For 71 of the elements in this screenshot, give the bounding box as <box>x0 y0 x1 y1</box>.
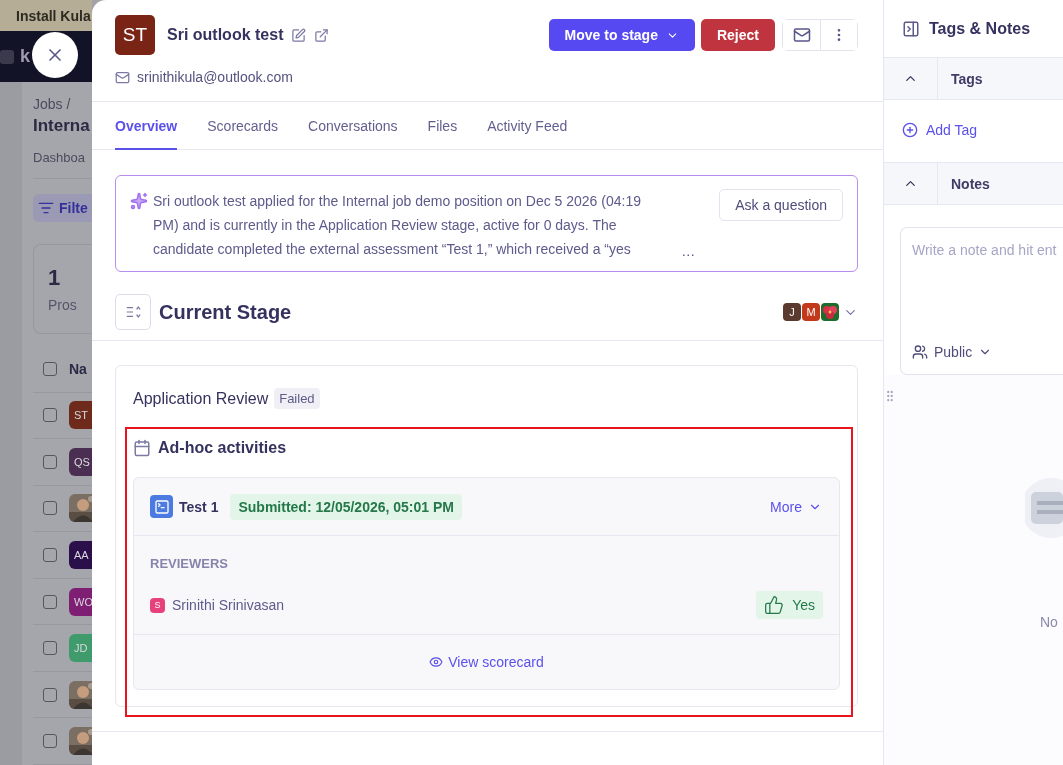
edit-icon[interactable] <box>291 27 307 43</box>
logo-icon <box>0 49 14 64</box>
section-header: Tags <box>950 69 983 89</box>
more-button[interactable]: More <box>770 498 822 515</box>
external-link-icon[interactable] <box>314 27 330 43</box>
reject-button[interactable]: Reject <box>700 19 775 51</box>
filter-button[interactable]: Filte <box>33 193 92 223</box>
verdict-badge: Yes <box>756 591 823 619</box>
tab[interactable]: Overview <box>115 102 178 150</box>
avatar: ST <box>69 401 92 430</box>
calendar-icon <box>133 439 151 457</box>
tab[interactable]: Scorecards <box>207 102 279 150</box>
assignee-avatar: J <box>783 303 801 321</box>
section-title: Current Stage <box>159 300 292 324</box>
submitted-badge: Submitted: 12/05/2026, 05:01 PM <box>230 493 462 520</box>
avatar: QS <box>69 447 92 476</box>
candidate-avatar: ST <box>115 15 155 55</box>
ask-question-button[interactable]: Ask a question <box>719 189 843 221</box>
people-icon <box>912 344 928 360</box>
filter-icon <box>38 200 54 216</box>
visibility-dropdown[interactable]: Public <box>912 344 1063 360</box>
logo-text: k <box>20 46 30 67</box>
column-header[interactable]: Na <box>69 360 87 377</box>
summary-text: Sri outlook test applied for the Internal job demo position on Dec 5 2026 (04:19 PM) and is currently in the Application Review stage, active for 0 days. The candidate completed the external assessment “Test 1,” which received a “yes <box>153 192 642 259</box>
checkbox[interactable] <box>43 594 57 609</box>
avatar: JD <box>69 634 92 663</box>
checkbox[interactable] <box>43 454 57 469</box>
page-title: Interna <box>33 116 90 136</box>
checkbox[interactable] <box>43 641 57 656</box>
activity-name: Test 1 <box>179 498 219 515</box>
status-badge: Failed <box>274 388 320 409</box>
reviewer-name: Srinithi Srinivasan <box>172 597 285 613</box>
stat-label: Pros <box>48 297 77 314</box>
terminal-icon <box>150 495 173 518</box>
section-header: Notes <box>950 174 990 194</box>
checkbox[interactable] <box>43 687 57 702</box>
stat-value: 1 <box>48 265 61 292</box>
nav-tab[interactable]: Dashboa <box>33 150 86 165</box>
assignee-avatar: M <box>802 303 820 321</box>
empty-state-text: No <box>1040 614 1058 630</box>
tab[interactable]: Files <box>427 102 458 150</box>
view-scorecard-link[interactable]: View scorecard <box>429 654 544 670</box>
candidate-email: srinithikula@outlook.com <box>137 69 293 85</box>
avatar: AA <box>69 540 92 569</box>
panel-title: Tags & Notes <box>929 19 1031 38</box>
eye-icon <box>429 655 444 669</box>
mail-icon <box>115 69 130 85</box>
avatar: WO <box>69 587 92 616</box>
checkbox[interactable] <box>43 501 57 516</box>
checkbox[interactable] <box>43 361 57 376</box>
candidate-name: Sri outlook test <box>167 26 284 44</box>
panel-collapse-icon[interactable] <box>902 19 920 38</box>
mail-icon <box>792 26 811 44</box>
tab[interactable]: Conversations <box>308 102 398 150</box>
list-sort-icon[interactable] <box>115 294 151 330</box>
note-field[interactable]: Write a note and hit ent Public <box>900 227 1063 375</box>
add-tag-button[interactable]: Add Tag <box>902 122 978 138</box>
checkbox[interactable] <box>43 408 57 423</box>
plus-circle-icon <box>902 122 918 138</box>
reviewers-label: REVIEWERS <box>150 556 229 571</box>
expand-button[interactable]: … <box>677 243 700 259</box>
tab[interactable]: Activity Feed <box>487 102 568 150</box>
breadcrumb[interactable]: Jobs / <box>33 96 71 112</box>
reviewer-avatar: S <box>150 597 165 613</box>
sparkle-icon <box>130 192 148 210</box>
checkbox[interactable] <box>43 547 57 562</box>
section-title: Ad-hoc activities <box>158 439 287 457</box>
checkbox[interactable] <box>43 734 57 749</box>
install-banner[interactable]: Install Kula <box>0 0 92 31</box>
stage-name: Application Review <box>133 389 269 408</box>
move-to-stage-button[interactable]: Move to stage <box>548 19 695 51</box>
